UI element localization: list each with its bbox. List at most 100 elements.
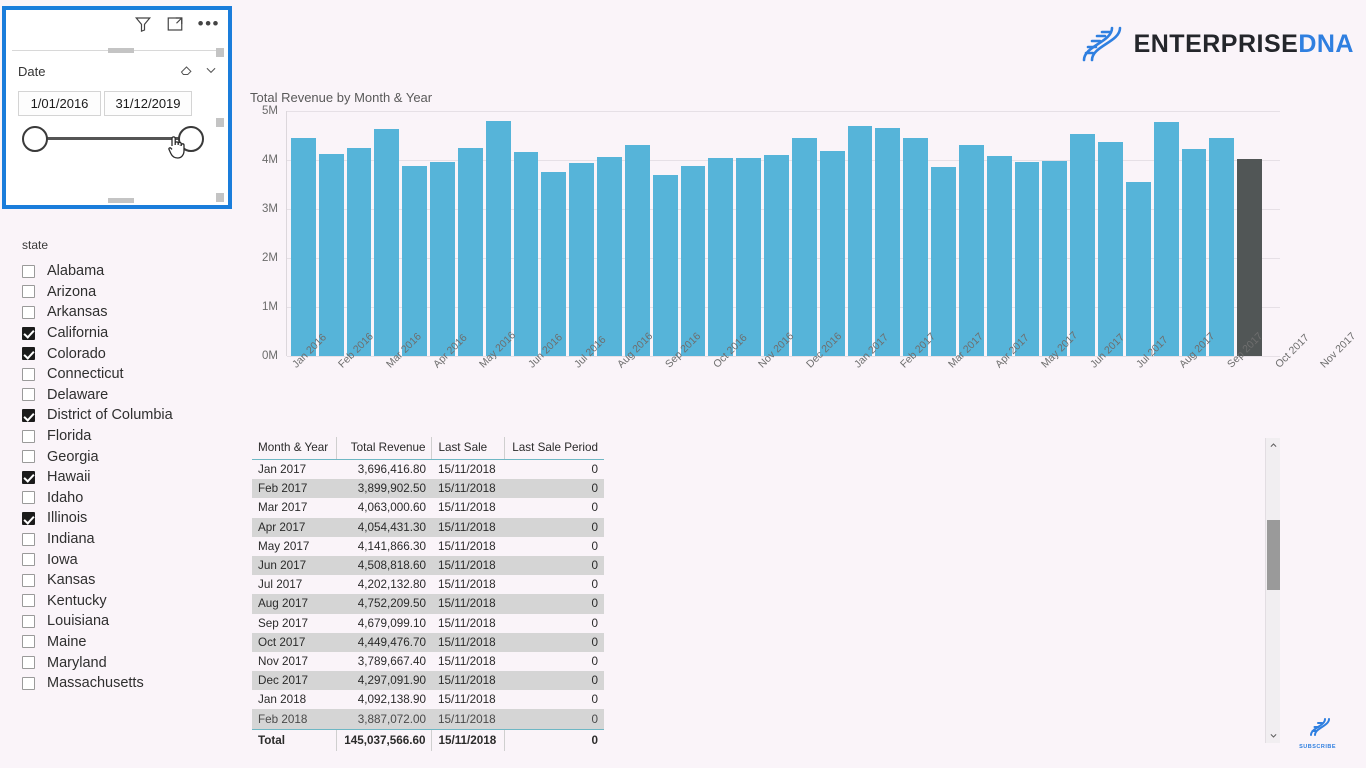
table-row[interactable]: Apr 2017 4,054,431.30 15/11/2018 0 <box>252 517 604 537</box>
state-checkbox[interactable] <box>22 450 35 464</box>
state-checkbox[interactable] <box>22 305 35 319</box>
state-list-item[interactable]: Massachusetts <box>22 673 237 694</box>
chart-bar[interactable] <box>875 127 901 356</box>
state-checkbox[interactable] <box>22 553 35 567</box>
table-row[interactable]: May 2017 4,141,866.30 15/11/2018 0 <box>252 537 604 556</box>
chart-bar[interactable] <box>931 166 956 356</box>
resize-handle-right[interactable] <box>216 118 224 127</box>
state-list-item[interactable]: Iowa <box>22 549 237 570</box>
filter-icon[interactable] <box>134 15 152 33</box>
table-column-header[interactable]: Last Sale Period <box>503 437 604 460</box>
table-row[interactable]: Nov 2017 3,789,667.40 15/11/2018 0 <box>252 652 604 671</box>
chart-bar[interactable] <box>903 138 929 356</box>
state-list-item[interactable]: Florida <box>22 426 237 447</box>
chart-bar[interactable] <box>1070 134 1096 356</box>
chart-bar[interactable] <box>1237 158 1262 356</box>
eraser-icon[interactable] <box>179 62 194 82</box>
table-row[interactable]: Jan 2017 3,696,416.80 15/11/2018 0 <box>252 460 604 480</box>
resize-handle-top[interactable] <box>108 48 134 53</box>
chart-bar[interactable] <box>1098 141 1123 356</box>
state-list-item[interactable]: Indiana <box>22 529 237 550</box>
chart-bar[interactable] <box>346 147 372 356</box>
resize-handle-top-right[interactable] <box>216 48 224 57</box>
table-column-header[interactable]: Last Sale <box>431 437 505 460</box>
chart-bar[interactable] <box>318 153 344 356</box>
table-row[interactable]: Feb 2017 3,899,902.50 15/11/2018 0 <box>252 479 604 499</box>
chart-bar[interactable] <box>708 157 734 356</box>
state-checkbox[interactable] <box>22 367 35 381</box>
state-checkbox[interactable] <box>22 408 35 422</box>
revenue-table-visual[interactable]: Month & Year Total Revenue Last Sale Last S… <box>252 437 604 751</box>
chart-bar[interactable] <box>736 158 762 356</box>
chart-bar[interactable] <box>791 137 817 356</box>
state-list-item[interactable]: Hawaii <box>22 467 237 488</box>
bar-series[interactable] <box>287 111 1280 356</box>
table-column-header[interactable]: Total Revenue <box>335 437 432 460</box>
state-checkbox[interactable] <box>22 388 35 402</box>
chart-bar[interactable] <box>1181 148 1207 356</box>
state-list-item[interactable]: Colorado <box>22 343 237 364</box>
state-list-item[interactable]: Louisiana <box>22 611 237 632</box>
state-list-item[interactable]: Georgia <box>22 446 237 467</box>
chart-bar[interactable] <box>1014 162 1040 356</box>
table-row[interactable]: Jan 2018 4,092,138.90 15/11/2018 0 <box>252 690 604 709</box>
state-checkbox[interactable] <box>22 347 35 361</box>
chart-bar[interactable] <box>652 174 678 356</box>
state-list-item[interactable]: Arkansas <box>22 302 237 323</box>
chart-bar[interactable] <box>819 151 845 356</box>
table-row[interactable]: Mar 2017 4,063,000.60 15/11/2018 0 <box>252 498 604 517</box>
chart-bar[interactable] <box>374 128 400 356</box>
state-checkbox[interactable] <box>22 470 35 484</box>
chart-bar[interactable] <box>402 166 428 356</box>
chart-bar[interactable] <box>485 121 511 356</box>
state-list-item[interactable]: Kansas <box>22 570 237 591</box>
date-from-input[interactable]: 1/01/2016 <box>18 91 101 116</box>
resize-handle-bottom-right[interactable] <box>216 193 224 202</box>
scrollbar-thumb[interactable] <box>1267 520 1280 590</box>
chart-bar[interactable] <box>986 156 1012 356</box>
table-row[interactable]: Dec 2017 4,297,091.90 15/11/2018 0 <box>252 671 604 691</box>
subscribe-badge[interactable]: SUBSCRIBE <box>1299 716 1336 750</box>
state-checkbox[interactable] <box>22 594 35 608</box>
chart-bar[interactable] <box>569 163 595 356</box>
state-list-item[interactable]: Maine <box>22 632 237 653</box>
resize-handle-bottom[interactable] <box>108 198 134 203</box>
state-list-item[interactable]: Delaware <box>22 385 237 406</box>
chart-bar[interactable] <box>541 171 567 356</box>
state-checkbox[interactable] <box>22 656 35 670</box>
table-scrollbar[interactable] <box>1265 438 1280 743</box>
chart-bar[interactable] <box>291 137 316 356</box>
state-checkbox[interactable] <box>22 285 35 299</box>
table-row[interactable]: Aug 2017 4,752,209.50 15/11/2018 0 <box>252 594 604 614</box>
state-checkbox[interactable] <box>22 532 35 546</box>
more-options-icon[interactable]: ••• <box>198 15 220 32</box>
chart-bar[interactable] <box>1209 137 1235 356</box>
chart-bar[interactable] <box>764 154 789 356</box>
revenue-bar-chart-visual[interactable]: Total Revenue by Month & Year 0M 1M 2M 3M 4M… <box>250 90 1359 410</box>
chevron-down-icon[interactable] <box>204 63 218 82</box>
state-list-item[interactable]: Arizona <box>22 282 237 303</box>
state-list-item[interactable]: District of Columbia <box>22 405 237 426</box>
table-column-header[interactable]: Month & Year <box>252 437 337 460</box>
state-checkbox[interactable] <box>22 429 35 443</box>
date-slicer-visual[interactable]: ••• Date 1/01/2016 31/12/2019 <box>2 6 232 209</box>
chart-bar[interactable] <box>1042 160 1068 356</box>
chart-bar[interactable] <box>958 145 984 356</box>
table-row[interactable]: Oct 2017 4,449,476.70 15/11/2018 0 <box>252 632 604 652</box>
chart-bar[interactable] <box>1153 121 1179 356</box>
chart-bar[interactable] <box>847 125 873 356</box>
chart-bar[interactable] <box>457 148 483 356</box>
scroll-down-icon[interactable] <box>1266 728 1281 743</box>
chart-bar[interactable] <box>430 162 455 356</box>
chart-bar[interactable] <box>680 165 706 356</box>
state-list-item[interactable]: California <box>22 323 237 344</box>
chart-bar[interactable] <box>624 145 650 356</box>
table-row[interactable]: Jul 2017 4,202,132.80 15/11/2018 0 <box>252 575 604 594</box>
state-list-item[interactable]: Alabama <box>22 261 237 282</box>
state-checkbox[interactable] <box>22 614 35 628</box>
table-row[interactable]: Feb 2018 3,887,072.00 15/11/2018 0 <box>252 709 604 730</box>
chart-bar[interactable] <box>597 157 622 356</box>
state-checkbox[interactable] <box>22 635 35 649</box>
state-checkbox[interactable] <box>22 264 35 278</box>
state-list-item[interactable]: Maryland <box>22 652 237 673</box>
